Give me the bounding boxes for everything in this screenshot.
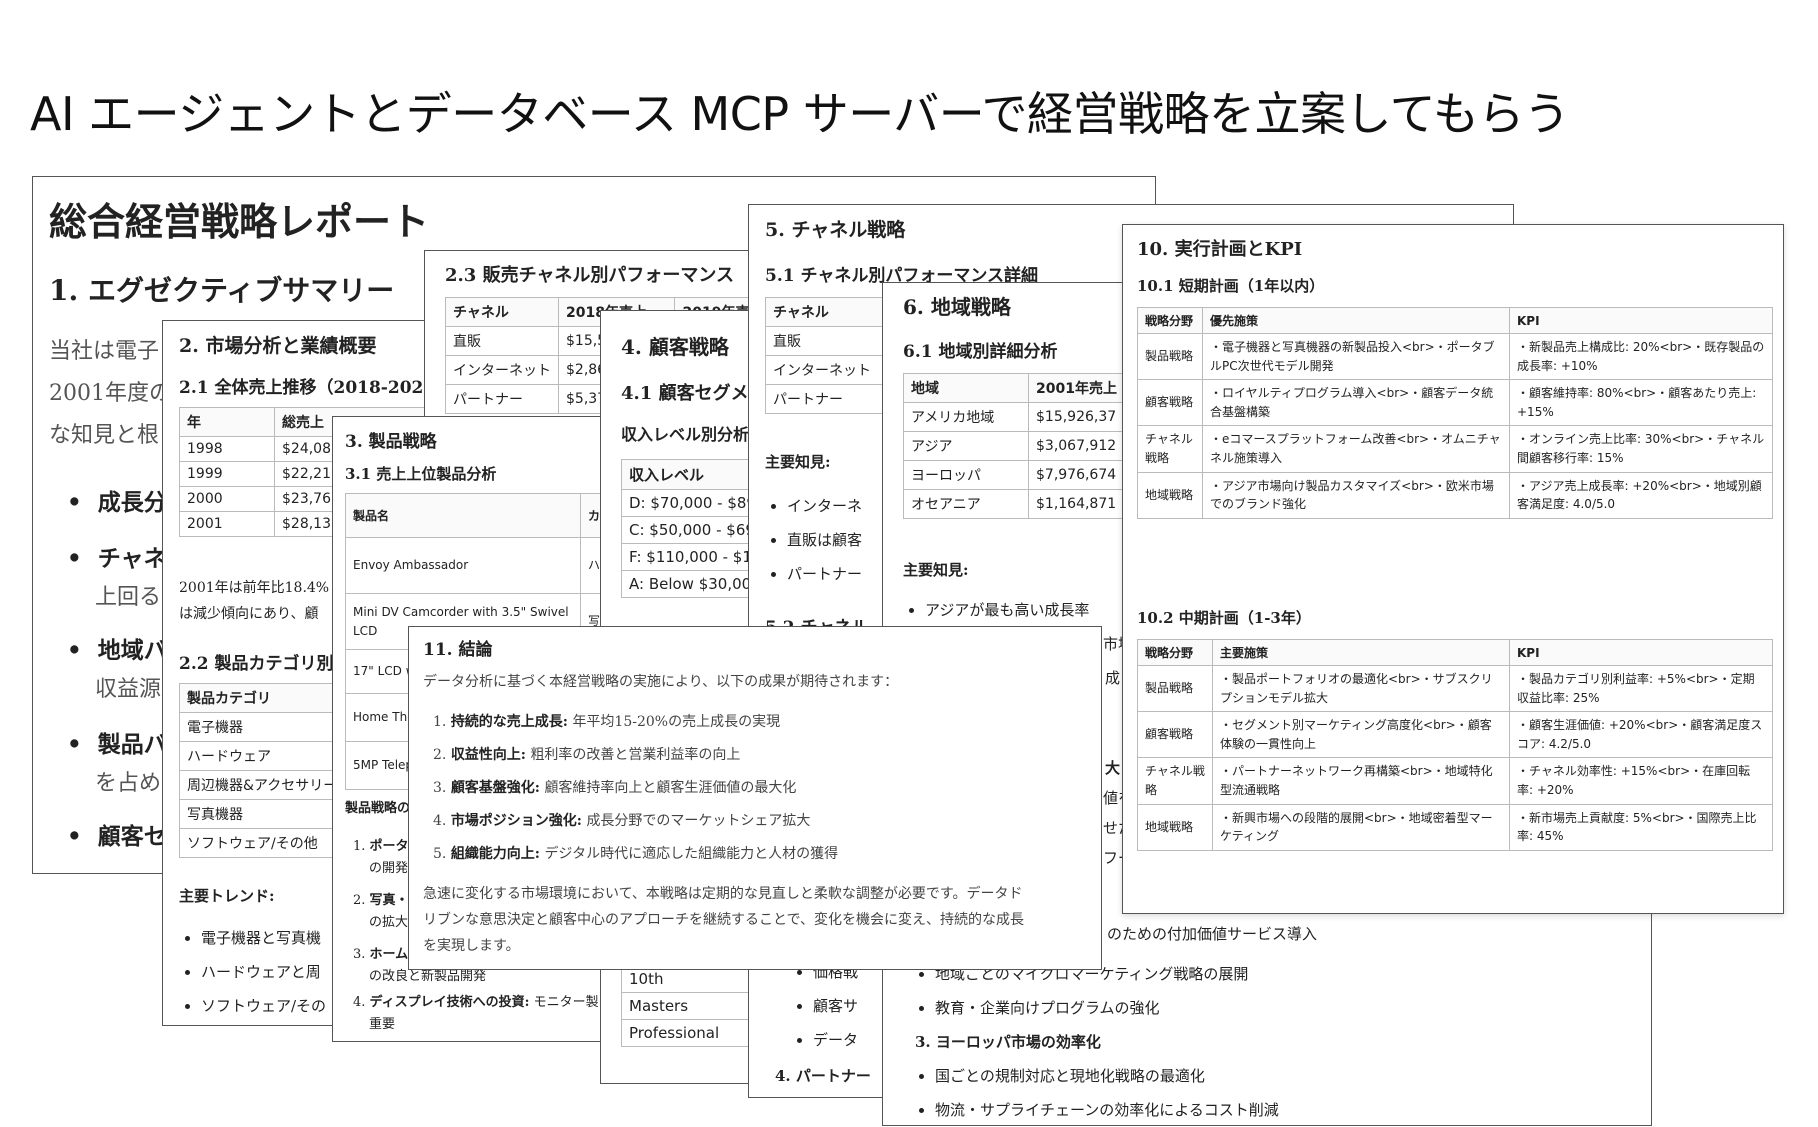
strategy-item: 1. ポータ xyxy=(353,839,409,854)
table-row: 地域戦略 ・アジア市場向け製品カスタマイズ<br>・欧米市場でのブランド強化 ・アジ… xyxy=(1137,471,1773,519)
subsection-heading: 4. パートナー xyxy=(775,1067,871,1085)
subsection-heading: 6.1 地域別詳細分析 xyxy=(903,342,1058,362)
list-item: 教育・企業向けプログラムの強化 xyxy=(935,991,1248,1025)
strategy-item-text: の拡大 xyxy=(369,915,409,930)
bullet-item: • 成長分 xyxy=(67,489,167,516)
table-row: Envoy Ambassadorハー ア xyxy=(345,537,641,594)
conclusion-item: 2. 収益性向上: 粗利率の改善と営業利益率の向上 xyxy=(433,747,741,763)
note-text: は減少傾向にあり、顧 xyxy=(179,606,319,622)
conclusion-item: 5. 組織能力向上: デジタル時代に適応した組織能力と人材の獲得 xyxy=(433,846,839,862)
subsection-heading: 2.2 製品カテゴリ別 xyxy=(179,654,334,674)
summary-text: 当社は電子 xyxy=(49,339,160,364)
trend-heading: 主要トレンド: xyxy=(179,887,275,905)
section-heading: 1. エグゼクティブサマリー xyxy=(49,274,395,307)
region-table: 地域 2001年売上 アメリカ地域 $15,926,37 アジア $3,067,912… xyxy=(903,373,1133,519)
summary-text: 2001年度の xyxy=(49,381,171,406)
table-row: 地域戦略 ・新興市場への段階的展開<br>・地域密着型マーケティング ・新市場売上貢… xyxy=(1137,803,1773,851)
subsection-heading: 10.1 短期計画（1年以内） xyxy=(1137,277,1325,295)
section-heading: 5. チャネル戦略 xyxy=(765,219,906,241)
list-item: ハードウェアと周 xyxy=(201,955,326,989)
bullet-text: 上回る xyxy=(95,585,162,610)
section-heading: 10. 実行計画とKPI xyxy=(1137,239,1303,260)
table-row: 製品戦略 ・電子機器と写真機器の新製品投入<br>・ポータブルPC次世代モデル開発… xyxy=(1137,332,1773,381)
bullet-item: • 顧客セ xyxy=(67,823,167,850)
europe-list: 国ごとの規制対応と現地化戦略の最適化 物流・サプライチェーンの効率化によるコスト… xyxy=(913,1059,1279,1125)
conclusion-item: 1. 持続的な売上成長: 年平均15-20%の売上成長の実現 xyxy=(433,714,781,730)
strategy-item-text: 重要 xyxy=(369,1017,396,1032)
list-item: アジアが最も高い成長率 xyxy=(925,599,1089,620)
bullet-text: を占め xyxy=(95,771,162,796)
list-item: インターネ xyxy=(787,489,862,523)
bullet-item: • チャネ xyxy=(67,545,167,572)
conclusion-closing: を実現します。 xyxy=(423,938,520,954)
subsection-heading: 4.1 顧客セグメ xyxy=(621,383,749,404)
subsection-heading: 10.2 中期計画（1-3年） xyxy=(1137,609,1311,627)
text-fragment: 成 xyxy=(1105,669,1121,687)
conclusion-closing: リブンな意思決定と顧客中心のアプローチを継続することで、変化を機会に変え、持続的… xyxy=(423,912,1025,928)
report-title: 総合経営戦略レポート xyxy=(49,199,430,244)
short-term-plan-table: 戦略分野 優先施策 KPI 製品戦略 ・電子機器と写真機器の新製品投入<br>・ポ… xyxy=(1137,307,1773,519)
conclusion-intro: データ分析に基づく本経営戦略の実施により、以下の成果が期待されます： xyxy=(423,674,899,690)
subsection-heading: 2.3 販売チャネル別パフォーマンス xyxy=(445,265,735,286)
list-item: 電子機器と写真機 xyxy=(201,921,326,955)
text-fragment: のための付加価値サービス導入 xyxy=(1107,925,1318,943)
trend-list: 電子機器と写真機 ハードウェアと周 ソフトウェア/その xyxy=(179,921,326,1023)
strategy-item: 3. ホーム xyxy=(353,947,409,962)
text-fragment: 大 xyxy=(1105,759,1121,777)
list-item: ソフトウェア/その xyxy=(201,989,326,1023)
list-item: データ xyxy=(813,1023,858,1057)
table-row: オセアニア $1,164,871 xyxy=(903,489,1133,519)
conclusion-item: 3. 顧客基盤強化: 顧客維持率向上と顧客生涯価値の最大化 xyxy=(433,780,797,796)
region-findings-list: アジアが最も高い成長率 xyxy=(903,599,1089,620)
strategy-item: 2. 写真・ xyxy=(353,893,409,908)
section-heading: 6. 地域戦略 xyxy=(903,295,1011,319)
note-text: 2001年は前年比18.4% xyxy=(179,580,330,596)
report-page-conclusion: 11. 結論 データ分析に基づく本経営戦略の実施により、以下の成果が期待されます… xyxy=(408,626,1102,970)
table-row: 顧客戦略 ・ロイヤルティプログラム導入<br>・顧客データ統合基盤構築 ・顧客維持率… xyxy=(1137,379,1773,427)
mid-term-plan-table: 戦略分野 主要施策 KPI 製品戦略 ・製品ポートフォリオの最適化<br>・サブス… xyxy=(1137,639,1773,851)
findings-heading: 主要知見: xyxy=(765,453,831,471)
findings-list: インターネ 直販は顧客 パートナー xyxy=(765,489,862,591)
conclusion-item: 4. 市場ポジション強化: 成長分野でのマーケットシェア拡大 xyxy=(433,813,811,829)
subsection-heading: 2.1 全体売上推移（2018-2021） xyxy=(179,378,453,398)
table-row: ヨーロッパ $7,976,674 xyxy=(903,460,1133,490)
bullet-item: • 地域バ xyxy=(67,637,167,664)
report-page-kpi: 10. 実行計画とKPI 10.1 短期計画（1年以内） 戦略分野 優先施策 K… xyxy=(1122,224,1784,914)
list-item: 国ごとの規制対応と現地化戦略の最適化 xyxy=(935,1059,1279,1093)
bullet-item: • 製品バ xyxy=(67,731,167,758)
conclusion-closing: 急速に変化する市場環境において、本戦略は定期的な見直しと柔軟な調整が必要です。デ… xyxy=(423,886,1023,902)
strategy-item-text: の開発 xyxy=(369,861,409,876)
list-item: パートナー xyxy=(787,557,862,591)
summary-text: な知見と根 xyxy=(49,423,160,448)
list-item: 直販は顧客 xyxy=(787,523,862,557)
analysis-heading: 収入レベル別分析 xyxy=(621,425,750,444)
strategy-item: 4. ディスプレイ技術への投資: モニター製 xyxy=(353,995,599,1010)
slide-title: AI エージェントとデータベース MCP サーバーで経営戦略を立案してもらう xyxy=(30,87,1570,141)
channel-lower-list: 価格戦 顧客サ データ xyxy=(791,955,858,1057)
table-row: アメリカ地域 $15,926,37 xyxy=(903,402,1133,432)
table-row: チャネル戦略 ・パートナーネットワーク再構築<br>・地域特化型流通戦略 ・チャネル… xyxy=(1137,757,1773,805)
strategy-heading: 製品戦略の xyxy=(345,801,411,816)
list-item: 物流・サプライチェーンの効率化によるコスト削減 xyxy=(935,1093,1279,1125)
section-heading: 11. 結論 xyxy=(423,640,493,660)
bullet-text: 収益源 xyxy=(95,677,162,702)
table-row: チャネル戦略 ・eコマースプラットフォーム改善<br>・オムニチャネル施策導入 ・オ… xyxy=(1137,425,1773,473)
findings-heading: 主要知見: xyxy=(903,561,969,579)
section-heading: 2. 市場分析と業績概要 xyxy=(179,335,377,357)
section-heading: 3. 製品戦略 xyxy=(345,432,437,452)
table-row: 製品戦略 ・製品ポートフォリオの最適化<br>・サブスクリプションモデル拡大 ・製品… xyxy=(1137,664,1773,713)
table-row: アジア $3,067,912 xyxy=(903,431,1133,461)
table-row: 顧客戦略 ・セグメント別マーケティング高度化<br>・顧客体験の一貫性向上 ・顧客生… xyxy=(1137,711,1773,759)
list-item: 顧客サ xyxy=(813,989,858,1023)
strategy-heading: 3. ヨーロッパ市場の効率化 xyxy=(915,1033,1101,1051)
subsection-heading: 3.1 売上上位製品分析 xyxy=(345,465,497,483)
section-heading: 4. 顧客戦略 xyxy=(621,335,729,359)
